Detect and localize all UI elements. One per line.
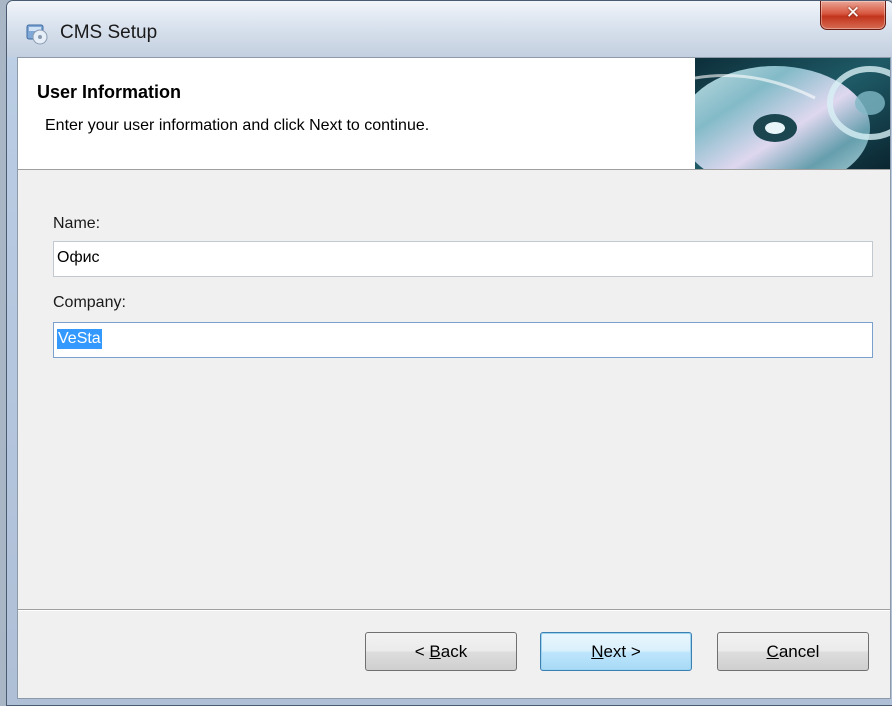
name-label: Name:	[53, 215, 101, 232]
cancel-label-rest: ancel	[778, 642, 820, 661]
company-field-value: VeSta	[57, 329, 102, 349]
cancel-mnemonic: C	[766, 642, 779, 661]
cancel-button[interactable]: Cancel	[717, 632, 869, 671]
back-mnemonic: B	[429, 642, 441, 661]
next-label-rest: ext >	[603, 642, 641, 661]
setup-window: CMS Setup ✕ User Information Enter your …	[6, 0, 892, 706]
title-bar[interactable]: CMS Setup ✕	[7, 1, 892, 57]
footer-divider	[18, 609, 890, 611]
close-icon: ✕	[845, 3, 861, 23]
company-label: Company:	[53, 294, 126, 311]
page-title: User Information	[37, 82, 182, 102]
window-title: CMS Setup	[60, 22, 158, 43]
dialog-client-area: User Information Enter your user informa…	[17, 57, 891, 699]
cd-disc-icon	[695, 58, 890, 169]
back-prefix: <	[414, 642, 430, 661]
back-label-rest: ack	[440, 642, 468, 661]
close-button[interactable]: ✕	[820, 1, 886, 30]
name-field[interactable]: Офис	[53, 241, 873, 277]
dialog-header: User Information Enter your user informa…	[18, 58, 890, 170]
company-field[interactable]: VeSta	[53, 322, 873, 358]
setup-cd-icon	[26, 24, 48, 45]
next-mnemonic: N	[591, 642, 604, 661]
page-subtitle: Enter your user information and click Ne…	[45, 117, 430, 134]
name-field-value: Офис	[57, 249, 100, 266]
next-button[interactable]: Next >	[540, 632, 692, 671]
back-button[interactable]: < Back	[365, 632, 517, 671]
